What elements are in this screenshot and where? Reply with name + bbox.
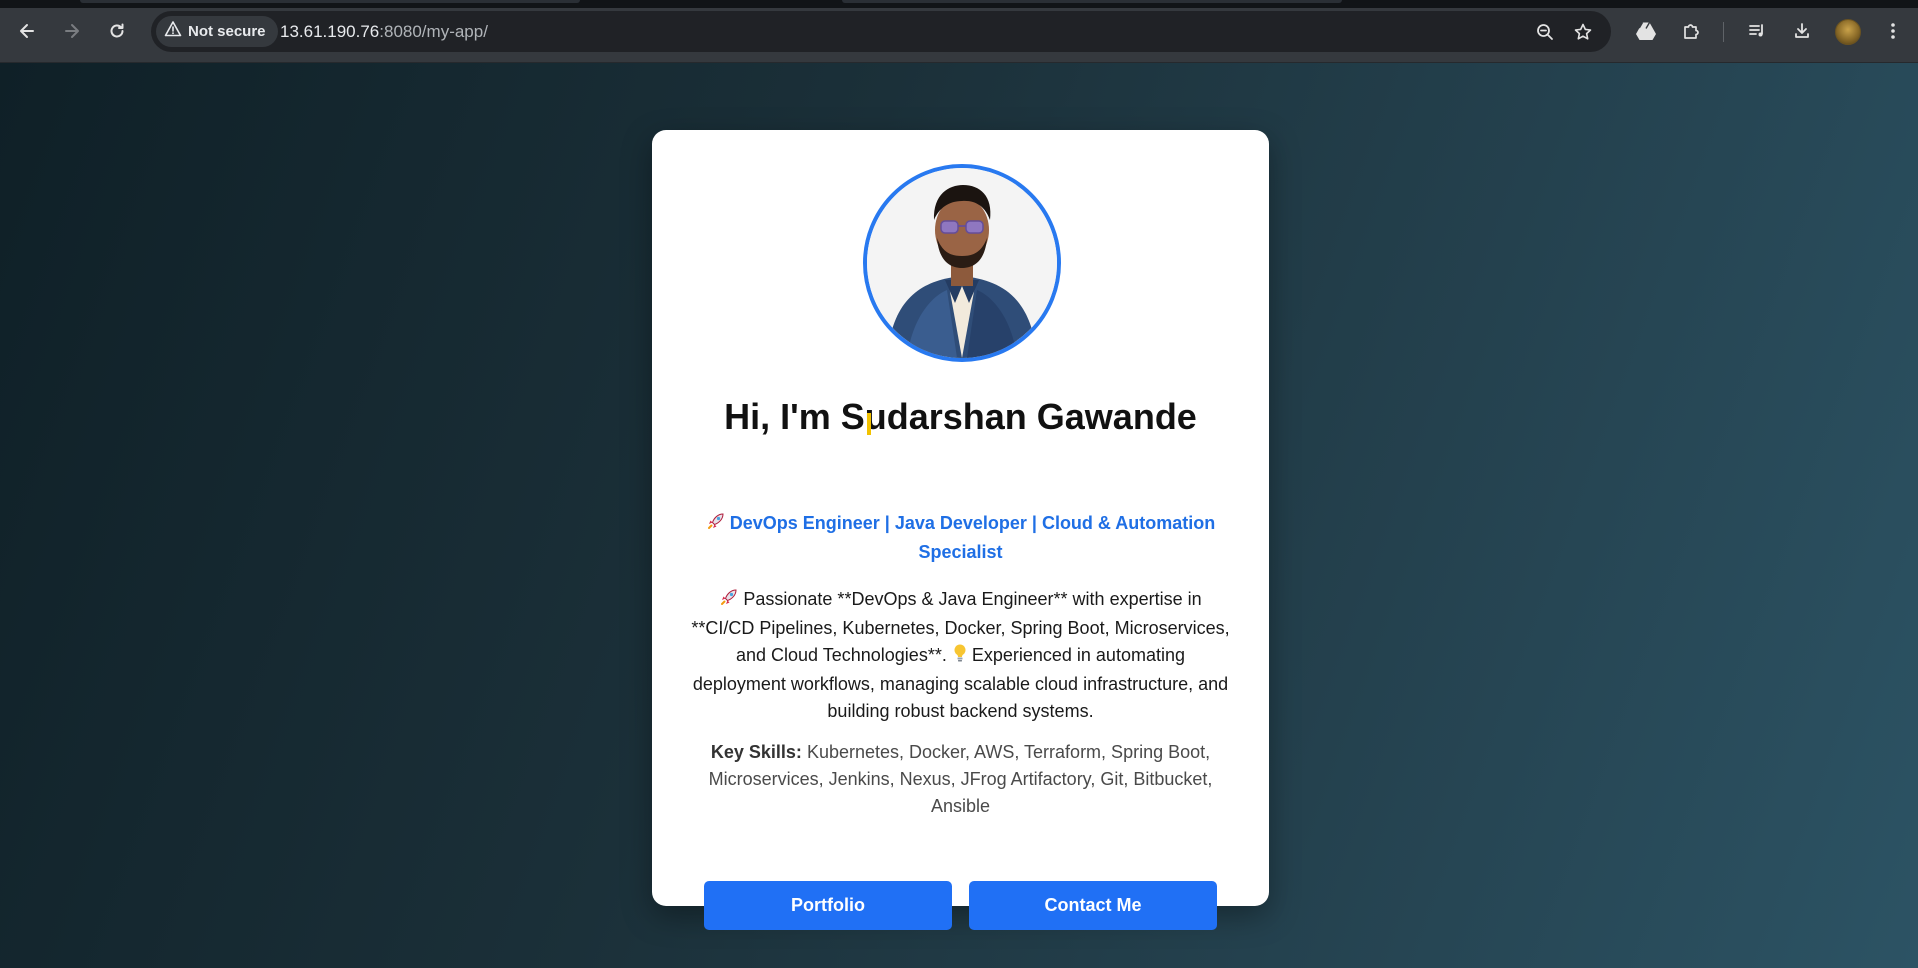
portfolio-button[interactable]: Portfolio <box>704 881 952 930</box>
url-path: :8080/my-app/ <box>379 22 488 41</box>
media-control-icon[interactable] <box>1743 17 1771 45</box>
profile-avatar[interactable] <box>1835 19 1861 45</box>
contact-button[interactable]: Contact Me <box>969 881 1217 930</box>
browser-toolbar: Not secure 13.61.190.76:8080/my-app/ <box>0 0 1918 63</box>
tagline-text: DevOps Engineer | Java Developer | Cloud… <box>729 513 1216 562</box>
security-indicator[interactable]: Not secure <box>156 16 278 47</box>
profile-card: Hi, I'm Sudarshan Gawande DevOps Enginee… <box>652 130 1269 930</box>
tab-strip <box>0 0 1918 8</box>
profile-photo <box>863 164 1061 362</box>
skills-label: Key Skills: <box>710 742 802 762</box>
bio-paragraph: Passionate **DevOps & Java Engineer** wi… <box>688 586 1233 725</box>
rocket-icon <box>706 511 726 539</box>
download-icon[interactable] <box>1788 17 1816 45</box>
skills-paragraph: Key Skills: Kubernetes, Docker, AWS, Ter… <box>698 739 1223 820</box>
tab-edge[interactable] <box>80 0 580 3</box>
arrow-left-icon[interactable] <box>13 17 41 45</box>
page-title: Hi, I'm Sudarshan Gawande <box>724 396 1197 437</box>
tab-edge[interactable] <box>842 0 1342 3</box>
address-bar[interactable]: Not secure 13.61.190.76:8080/my-app/ <box>151 11 1611 52</box>
google-drive-icon[interactable] <box>1632 17 1660 45</box>
url-host: 13.61.190.76 <box>280 22 380 41</box>
security-label: Not secure <box>188 23 266 40</box>
zoom-out-icon[interactable] <box>1531 18 1559 46</box>
reload-icon[interactable] <box>103 17 131 45</box>
toolbar-separator <box>1723 22 1724 42</box>
star-icon[interactable] <box>1569 18 1597 46</box>
kebab-menu-icon[interactable] <box>1879 17 1907 45</box>
puzzle-icon[interactable] <box>1677 17 1705 45</box>
page-background: Hi, I'm Sudarshan Gawande DevOps Enginee… <box>0 63 1918 968</box>
url-text[interactable]: 13.61.190.76:8080/my-app/ <box>280 22 488 42</box>
warning-triangle-icon <box>164 20 182 43</box>
arrow-right-icon[interactable] <box>58 17 86 45</box>
tagline: DevOps Engineer | Java Developer | Cloud… <box>692 510 1229 566</box>
rocket-icon <box>719 587 739 615</box>
text-cursor <box>867 413 871 435</box>
lightbulb-icon <box>952 643 968 671</box>
